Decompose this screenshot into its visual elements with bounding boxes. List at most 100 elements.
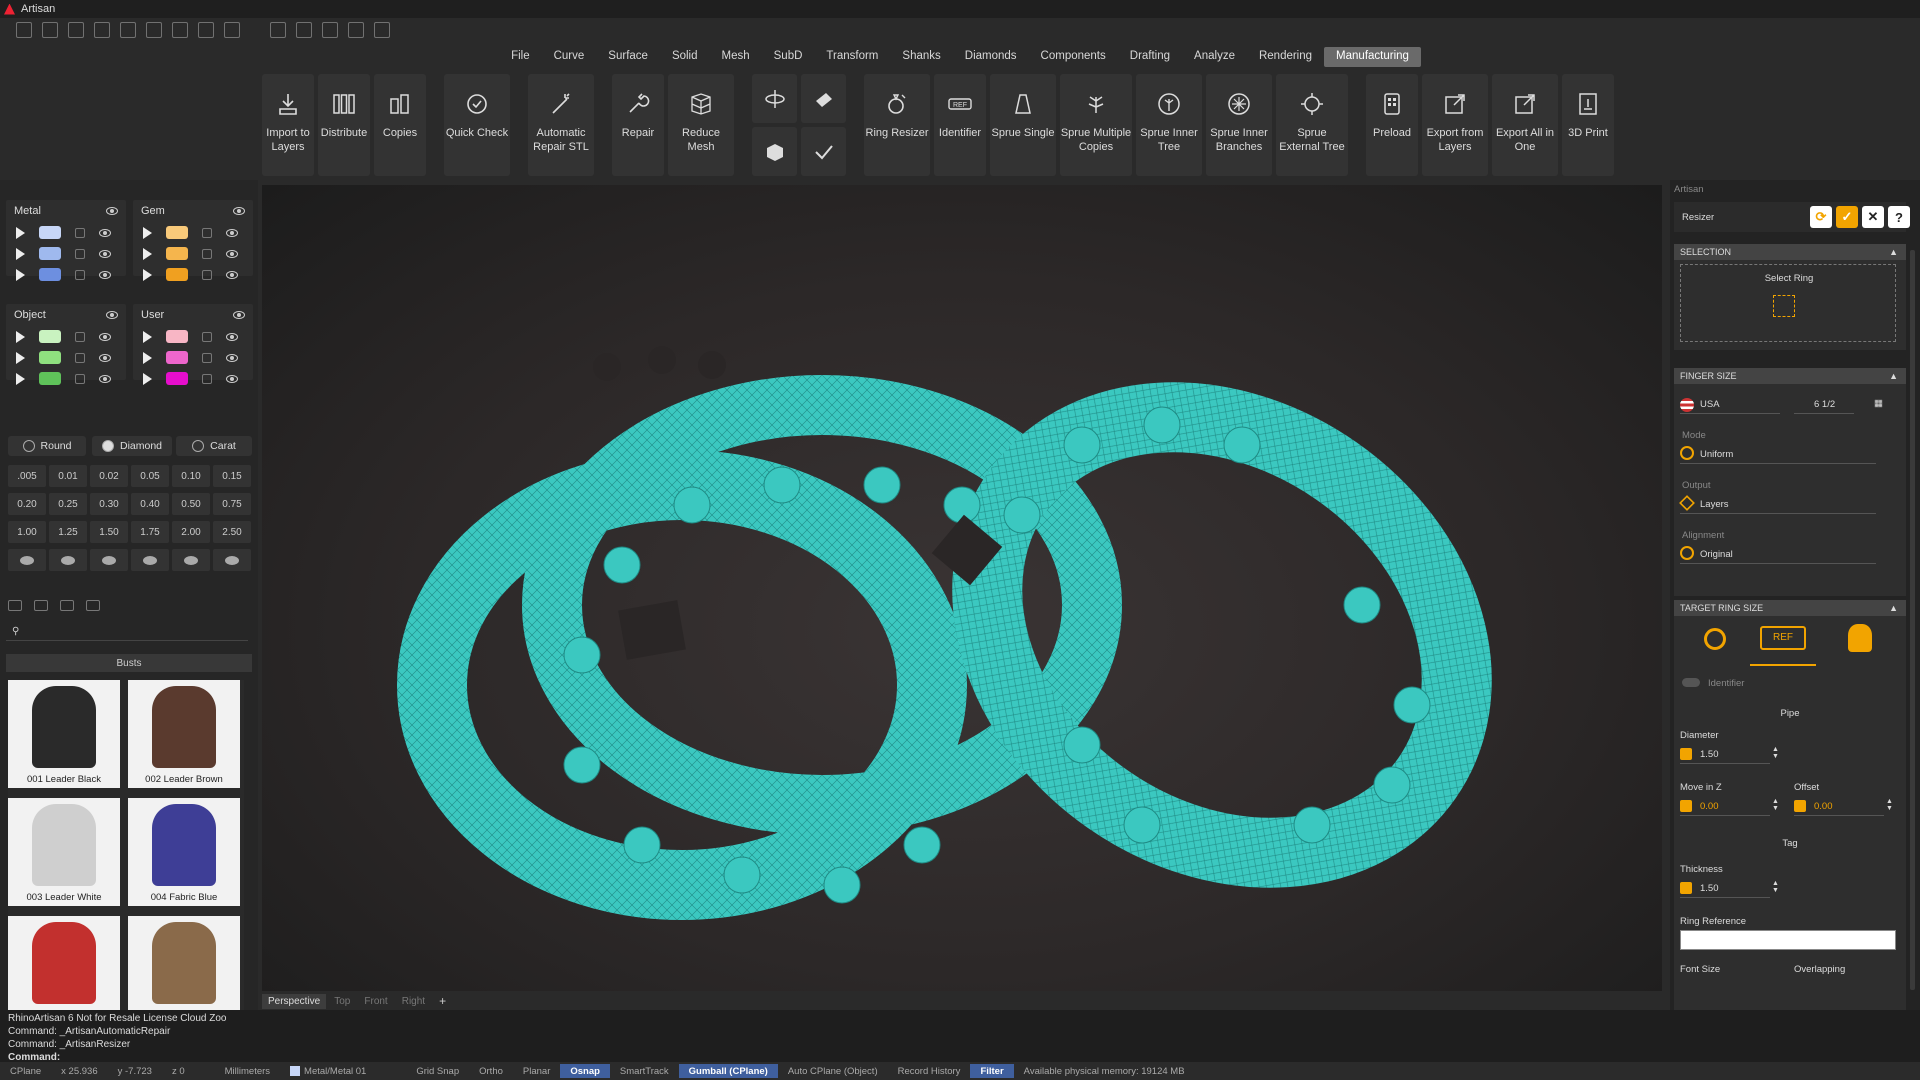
color-swatch[interactable] [39,372,61,385]
eraser-tool-button[interactable] [801,74,846,123]
menu-transform[interactable]: Transform [814,47,890,67]
move-z-stepper[interactable]: ▲ ▼ [1772,798,1779,812]
preload-button[interactable]: Preload [1366,74,1418,176]
layer-row[interactable] [133,347,253,368]
layer-row[interactable] [6,264,126,285]
sprue-external-tree-button[interactable]: Sprue External Tree [1276,74,1348,176]
sprue-inner-tree-button[interactable]: Sprue Inner Tree [1136,74,1202,176]
library-item[interactable]: 002 Leader Brown [128,680,240,788]
thickness-stepper[interactable]: ▲ ▼ [1772,880,1779,894]
color-swatch[interactable] [166,247,188,260]
copy-icon[interactable] [224,22,240,38]
tab-perspective[interactable]: Perspective [262,993,327,1009]
play-icon[interactable] [16,268,25,281]
gem-size-button[interactable]: 0.15 [213,465,251,487]
gumball-toggle[interactable]: Gumball (CPlane) [678,1064,778,1078]
close-button[interactable]: ✕ [1862,206,1884,228]
sprue-inner-branches-button[interactable]: Sprue Inner Branches [1206,74,1272,176]
play-icon[interactable] [143,330,152,343]
automatic-repair-stl-button[interactable]: Automatic Repair STL [528,74,594,176]
color-swatch[interactable] [39,351,61,364]
mode-select[interactable]: Uniform [1680,446,1876,464]
gem-shape-icon[interactable] [131,549,169,571]
sprue-tab-icon[interactable] [1848,624,1872,652]
grid-view-icon[interactable] [86,600,100,611]
menu-curve[interactable]: Curve [542,47,597,67]
import-to-layers-button[interactable]: Import to Layers [262,74,314,176]
library-category-dropdown[interactable]: Busts [6,654,252,672]
ring-tab-icon[interactable] [1704,628,1726,650]
play-icon[interactable] [143,268,152,281]
gem-size-button[interactable]: 0.30 [90,493,128,515]
tool-b-icon[interactable] [296,22,312,38]
osnap-toggle[interactable]: Osnap [560,1064,610,1078]
play-icon[interactable] [143,351,152,364]
layer-row[interactable] [6,347,126,368]
thickness-input[interactable]: 1.50 [1680,880,1770,898]
gem-size-button[interactable]: 2.00 [172,521,210,543]
confirm-button[interactable]: ✓ [1836,206,1858,228]
eye-icon[interactable] [226,353,238,362]
color-swatch[interactable] [39,226,61,239]
gem-shape-icon[interactable] [90,549,128,571]
units-status[interactable]: Millimeters [195,1066,280,1077]
lock-icon[interactable] [75,373,85,384]
gem-size-button[interactable]: 0.50 [172,493,210,515]
identifier-button[interactable]: REF Identifier [934,74,986,176]
offset-stepper[interactable]: ▲ ▼ [1886,798,1893,812]
menu-components[interactable]: Components [1029,47,1118,67]
ring-resizer-button[interactable]: Ring Resizer [864,74,930,176]
grid-snap-toggle[interactable]: Grid Snap [376,1066,469,1077]
gem-size-button[interactable]: 0.40 [131,493,169,515]
eye-icon[interactable] [106,311,118,319]
gem-size-button[interactable]: .005 [8,465,46,487]
play-icon[interactable] [16,226,25,239]
folder-link-icon[interactable] [60,600,74,611]
open-icon[interactable] [68,22,84,38]
layer-row[interactable] [133,243,253,264]
export-from-layers-button[interactable]: Export from Layers [1422,74,1488,176]
diamond-material-button[interactable]: Diamond [92,436,172,456]
layer-row[interactable] [133,326,253,347]
play-icon[interactable] [16,330,25,343]
lock-icon[interactable] [75,352,85,363]
carat-unit-button[interactable]: Carat [176,436,252,456]
menu-analyze[interactable]: Analyze [1182,47,1247,67]
tab-front[interactable]: Front [358,994,393,1009]
folder-add-icon[interactable] [34,600,48,611]
tool-c-icon[interactable] [322,22,338,38]
distribute-button[interactable]: Distribute [318,74,370,176]
offset-input[interactable]: 0.00 [1794,798,1884,816]
menu-surface[interactable]: Surface [596,47,660,67]
layer-row[interactable] [6,368,126,389]
color-swatch[interactable] [39,247,61,260]
redo-icon[interactable] [146,22,162,38]
add-viewport-icon[interactable]: + [433,992,452,1010]
check-tool-button[interactable] [801,127,846,176]
eye-icon[interactable] [99,374,111,383]
sprue-single-button[interactable]: Sprue Single [990,74,1056,176]
tool-a-icon[interactable] [270,22,286,38]
eye-icon[interactable] [226,228,238,237]
alignment-select[interactable]: Original [1680,546,1876,564]
lock-icon[interactable] [75,269,85,280]
layer-row[interactable] [6,243,126,264]
menu-solid[interactable]: Solid [660,47,710,67]
layer-row[interactable] [133,368,253,389]
library-item[interactable] [8,916,120,1010]
color-swatch[interactable] [166,351,188,364]
ring-reference-input[interactable] [1680,930,1896,950]
color-swatch[interactable] [39,268,61,281]
menu-shanks[interactable]: Shanks [890,47,952,67]
quick-check-button[interactable]: Quick Check [444,74,510,176]
gem-size-button[interactable]: 1.25 [49,521,87,543]
tab-right[interactable]: Right [396,994,431,1009]
folder-icon[interactable] [8,600,22,611]
color-swatch[interactable] [166,330,188,343]
smarttrack-toggle[interactable]: SmartTrack [610,1066,679,1077]
panel-scrollbar[interactable] [1910,250,1915,990]
eye-icon[interactable] [226,270,238,279]
collapse-icon[interactable]: ▲ [1889,247,1898,257]
section-tool-button[interactable] [752,74,797,123]
ref-tab-icon[interactable]: REF [1760,626,1806,650]
